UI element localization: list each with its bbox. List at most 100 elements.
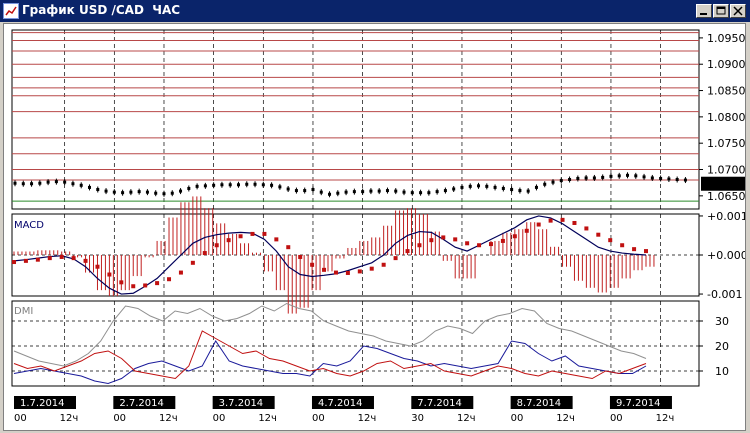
signal-point xyxy=(465,241,470,246)
signal-point xyxy=(632,247,637,252)
signal-point xyxy=(202,251,207,256)
signal-point xyxy=(500,238,505,243)
price-candle xyxy=(667,177,671,181)
date-label: 7.7.2014 xyxy=(417,398,462,409)
chart-app-icon xyxy=(3,3,19,19)
price-candle xyxy=(419,191,423,195)
price-candle xyxy=(286,187,290,191)
price-candle xyxy=(179,189,183,193)
signal-point xyxy=(345,270,350,275)
price-candle xyxy=(361,190,365,194)
price-candle xyxy=(427,191,431,195)
price-candle xyxy=(87,185,91,189)
signal-point xyxy=(548,218,553,223)
price-candle xyxy=(212,183,216,187)
price-candle xyxy=(683,178,687,182)
signal-point xyxy=(226,238,231,243)
last-price-value: 1.0673 xyxy=(704,178,743,191)
signal-point xyxy=(119,280,124,285)
hour-label: 00 xyxy=(511,413,524,424)
hour-label: 00 xyxy=(610,413,623,424)
price-candle xyxy=(477,184,481,188)
price-candle xyxy=(303,189,307,193)
signal-point xyxy=(572,220,577,225)
price-candle xyxy=(245,182,249,186)
price-candle xyxy=(137,190,141,194)
price-candle xyxy=(626,173,630,177)
price-candle xyxy=(675,178,679,182)
price-candle xyxy=(543,182,547,186)
price-candle xyxy=(38,181,42,185)
price-candle xyxy=(526,189,530,193)
date-label: 4.7.2014 xyxy=(318,398,363,409)
price-candle xyxy=(510,188,514,192)
signal-point xyxy=(262,231,267,236)
close-icon xyxy=(733,6,743,16)
dmi-tick-label: 30 xyxy=(715,315,729,328)
maximize-icon xyxy=(716,6,726,15)
price-candle xyxy=(501,186,505,190)
signal-point xyxy=(441,235,446,240)
signal-point xyxy=(357,269,362,274)
hour-label: 00 xyxy=(113,413,126,424)
price-candle xyxy=(96,188,100,192)
price-panel xyxy=(11,29,700,210)
price-candle xyxy=(576,176,580,180)
price-candle xyxy=(228,183,232,187)
maximize-button[interactable] xyxy=(713,4,729,18)
signal-point xyxy=(524,228,529,233)
chart-svg: 1.09501.09001.08501.08001.07501.07001.06… xyxy=(11,29,745,424)
price-candle xyxy=(659,176,663,180)
price-candle xyxy=(261,183,265,187)
price-candle xyxy=(319,190,323,194)
hour-label: 00 xyxy=(14,413,27,424)
signal-point xyxy=(453,237,458,242)
price-candle xyxy=(377,189,381,193)
price-candle xyxy=(634,174,638,178)
hour-label: 12ч xyxy=(60,413,79,424)
minimize-icon xyxy=(700,13,707,15)
macd-tick-label: -0.001 xyxy=(707,288,742,301)
signal-point xyxy=(429,238,434,243)
price-candle xyxy=(435,190,439,194)
price-tick-label: 1.0700 xyxy=(707,164,745,177)
signal-point xyxy=(536,222,541,227)
signal-point xyxy=(644,249,648,254)
signal-point xyxy=(333,270,338,275)
price-tick-label: 1.0800 xyxy=(707,111,745,124)
chart-canvas: 1.0950 1.0900 1.0850 1.0800 1.0750 1.0700 1.06… xyxy=(3,23,746,431)
price-tick-label: 1.0900 xyxy=(707,58,745,71)
close-button[interactable] xyxy=(730,4,746,18)
minimize-button[interactable] xyxy=(696,4,712,18)
price-candle xyxy=(54,180,58,184)
window-title: График USD /CAD ЧАС xyxy=(22,3,181,17)
date-label: 2.7.2014 xyxy=(119,398,164,409)
price-candle xyxy=(71,182,75,186)
signal-point xyxy=(560,217,565,222)
signal-point xyxy=(214,243,219,248)
hour-label: 12ч xyxy=(258,413,277,424)
macd-tick-label: +0.001 xyxy=(707,210,745,223)
macd-label: MACD xyxy=(14,220,44,231)
price-candle xyxy=(30,182,34,186)
signal-point xyxy=(608,238,613,243)
price-candle xyxy=(112,190,116,194)
price-candle xyxy=(592,176,596,180)
price-candle xyxy=(559,179,563,183)
price-tick-label: 1.0650 xyxy=(707,190,745,203)
price-candle xyxy=(170,191,174,195)
date-label: 9.7.2014 xyxy=(616,398,661,409)
price-candle xyxy=(336,191,340,195)
hour-label: 12ч xyxy=(556,413,575,424)
price-candle xyxy=(129,190,133,194)
date-label: 8.7.2014 xyxy=(517,398,562,409)
price-candle xyxy=(584,176,588,180)
signal-point xyxy=(417,243,422,248)
signal-point xyxy=(393,256,398,261)
price-candle xyxy=(518,189,522,193)
signal-point xyxy=(477,243,482,248)
signal-point xyxy=(238,234,243,239)
price-candle xyxy=(278,185,282,189)
signal-point xyxy=(488,242,493,247)
signal-point xyxy=(131,284,136,289)
